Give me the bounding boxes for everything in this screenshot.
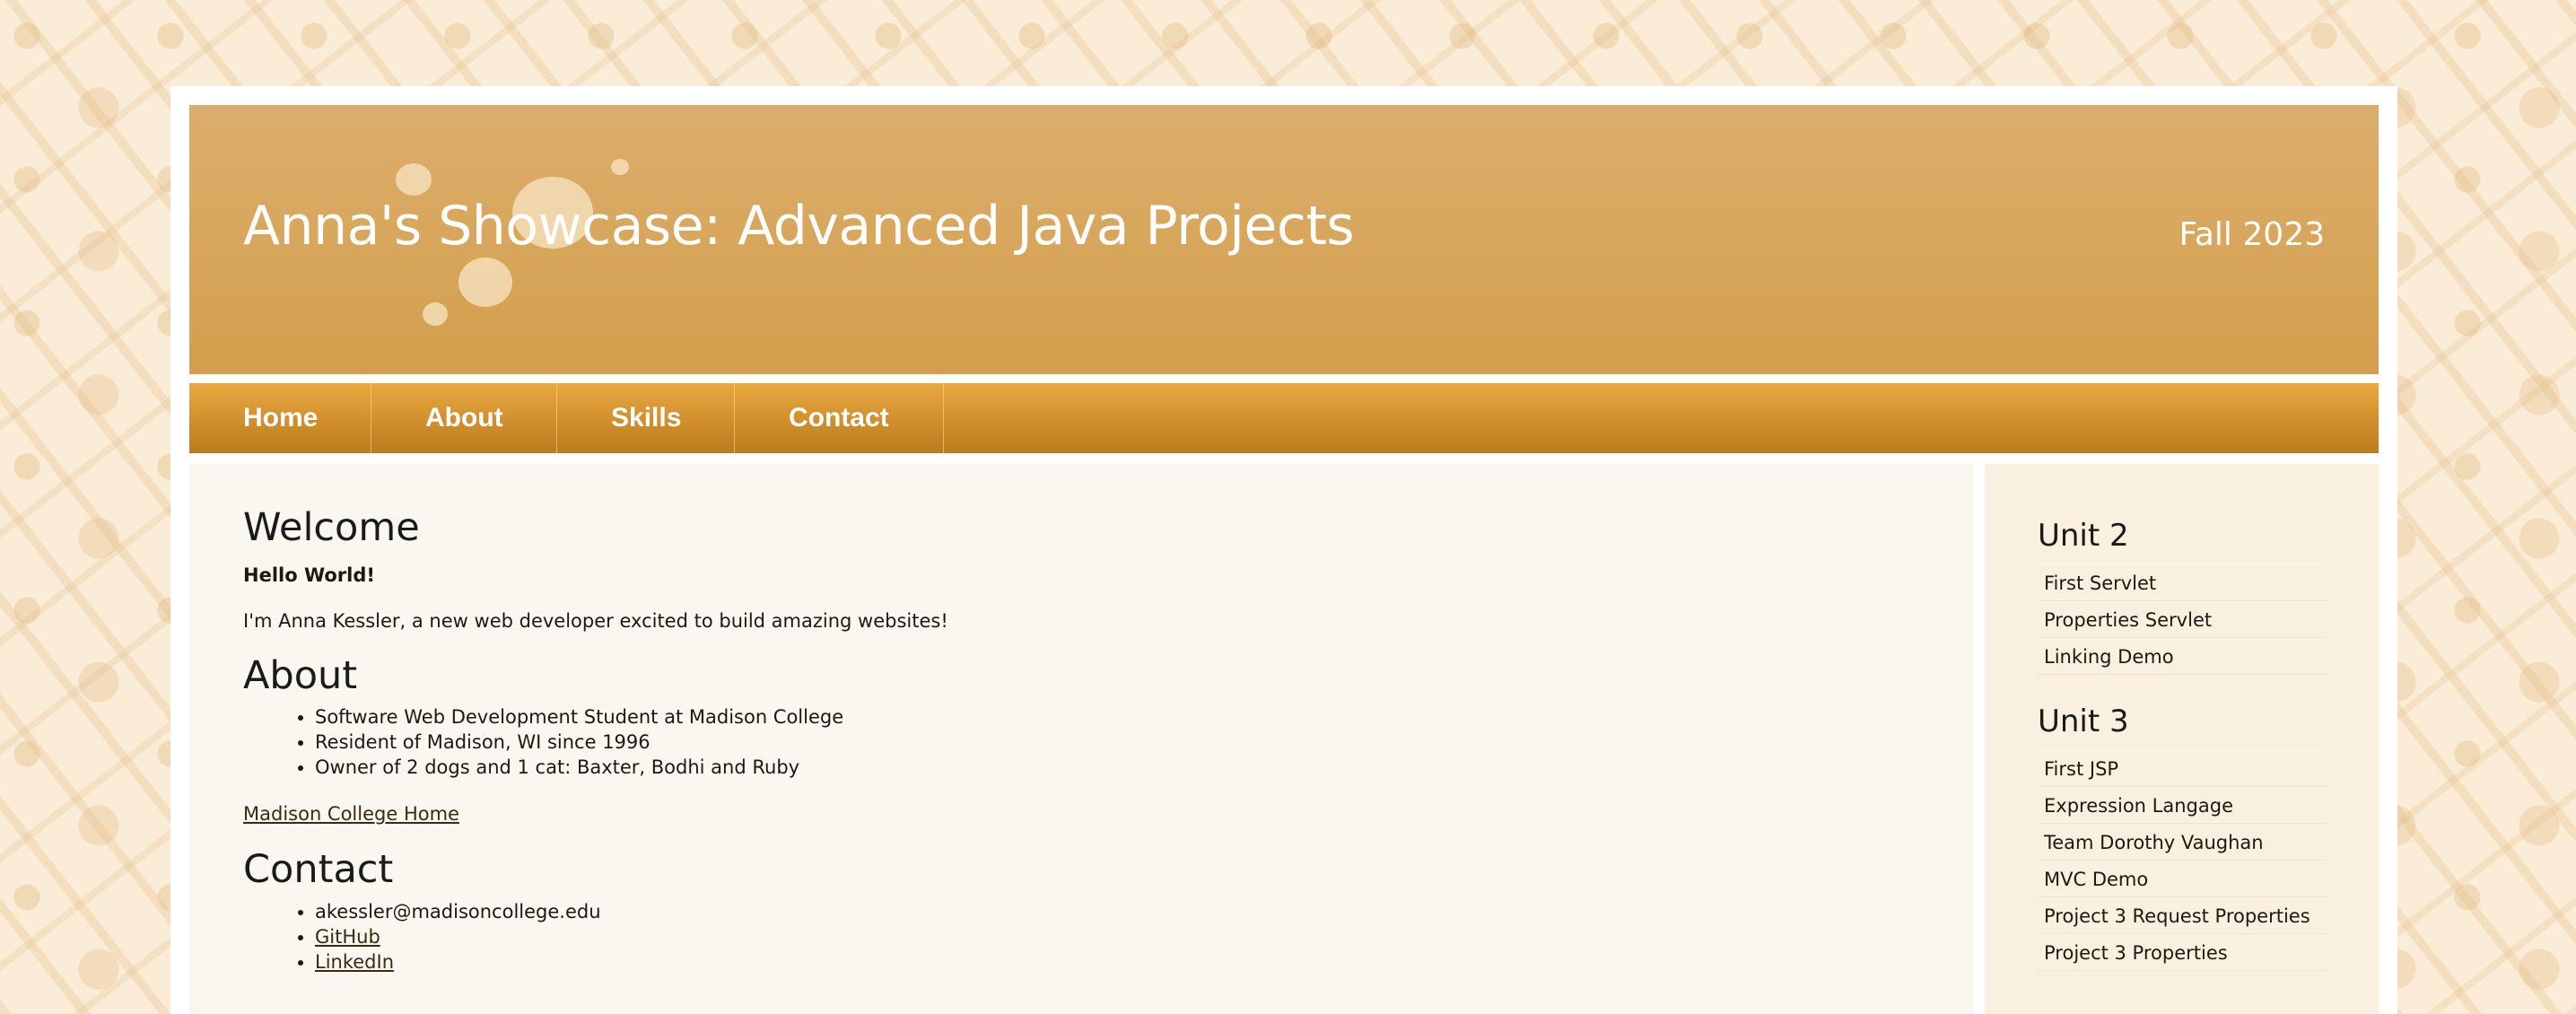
sidebar-link[interactable]: First JSP bbox=[2044, 758, 2118, 780]
sidebar-link-item: Team Dorothy Vaughan bbox=[2038, 824, 2327, 861]
sidebar-link-item: Linking Demo bbox=[2038, 638, 2327, 675]
sidebar-unit-2-list: First Servlet Properties Servlet Linking… bbox=[2038, 564, 2327, 675]
madison-college-home-link[interactable]: Madison College Home bbox=[243, 803, 459, 825]
sidebar-link[interactable]: First Servlet bbox=[2044, 573, 2156, 594]
about-heading: About bbox=[243, 653, 358, 698]
contact-heading: Contact bbox=[243, 847, 394, 892]
sidebar-link-item: MVC Demo bbox=[2038, 861, 2327, 897]
sidebar-link[interactable]: Linking Demo bbox=[2044, 646, 2174, 668]
sidebar-link[interactable]: Properties Servlet bbox=[2044, 609, 2212, 631]
sidebar: Unit 2 First Servlet Properties Servlet … bbox=[1985, 464, 2379, 1014]
madison-link-row: Madison College Home bbox=[243, 801, 459, 826]
paint-splatter-decoration bbox=[611, 159, 629, 175]
nav-item-about[interactable]: About bbox=[371, 383, 557, 453]
sidebar-link-item: Project 3 Request Properties bbox=[2038, 897, 2327, 934]
site-title: Anna's Showcase: Advanced Java Projects bbox=[243, 195, 1355, 258]
sidebar-link-item: First JSP bbox=[2038, 750, 2327, 787]
sidebar-link-item: Properties Servlet bbox=[2038, 601, 2327, 638]
list-item: Owner of 2 dogs and 1 cat: Baxter, Bodhi… bbox=[315, 755, 843, 780]
sidebar-link[interactable]: Expression Langage bbox=[2044, 795, 2233, 817]
sidebar-link[interactable]: Team Dorothy Vaughan bbox=[2044, 832, 2264, 853]
linkedin-link[interactable]: LinkedIn bbox=[315, 951, 394, 973]
sidebar-link-item: First Servlet bbox=[2038, 564, 2327, 601]
about-list: Software Web Development Student at Madi… bbox=[243, 704, 843, 780]
term-label: Fall 2023 bbox=[2179, 216, 2325, 253]
main-nav: Home About Skills Contact bbox=[189, 383, 2379, 453]
page-wrapper: Anna's Showcase: Advanced Java Projects … bbox=[170, 86, 2397, 1014]
intro-text: I'm Anna Kessler, a new web developer ex… bbox=[243, 610, 948, 632]
nav-item-contact[interactable]: Contact bbox=[735, 383, 944, 453]
welcome-heading: Welcome bbox=[243, 505, 420, 550]
sidebar-link-item: Project 3 Properties bbox=[2038, 934, 2327, 971]
contact-list: akessler@madisoncollege.edu GitHub Linke… bbox=[243, 899, 601, 975]
sidebar-heading-unit-3: Unit 3 bbox=[2038, 704, 2129, 739]
greeting-text: Hello World! bbox=[243, 564, 375, 586]
site-header: Anna's Showcase: Advanced Java Projects … bbox=[189, 105, 2379, 374]
paint-splatter-decoration bbox=[458, 258, 512, 307]
paint-splatter-decoration bbox=[423, 302, 448, 326]
list-item: Resident of Madison, WI since 1996 bbox=[315, 730, 843, 755]
paint-splatter-decoration bbox=[396, 163, 432, 196]
nav-item-skills[interactable]: Skills bbox=[557, 383, 735, 453]
list-item: LinkedIn bbox=[315, 949, 601, 975]
contact-email: akessler@madisoncollege.edu bbox=[315, 899, 601, 924]
sidebar-unit-3-list: First JSP Expression Langage Team Doroth… bbox=[2038, 750, 2327, 971]
sidebar-heading-unit-2: Unit 2 bbox=[2038, 518, 2129, 554]
nav-item-home[interactable]: Home bbox=[189, 383, 371, 453]
sidebar-link[interactable]: Project 3 Request Properties bbox=[2044, 905, 2310, 927]
sidebar-link-item: Expression Langage bbox=[2038, 787, 2327, 824]
list-item: Software Web Development Student at Madi… bbox=[315, 704, 843, 730]
sidebar-link[interactable]: Project 3 Properties bbox=[2044, 942, 2228, 964]
main-content: Welcome Hello World! I'm Anna Kessler, a… bbox=[189, 464, 1974, 1014]
list-item: GitHub bbox=[315, 924, 601, 949]
sidebar-link[interactable]: MVC Demo bbox=[2044, 869, 2148, 890]
github-link[interactable]: GitHub bbox=[315, 926, 380, 948]
